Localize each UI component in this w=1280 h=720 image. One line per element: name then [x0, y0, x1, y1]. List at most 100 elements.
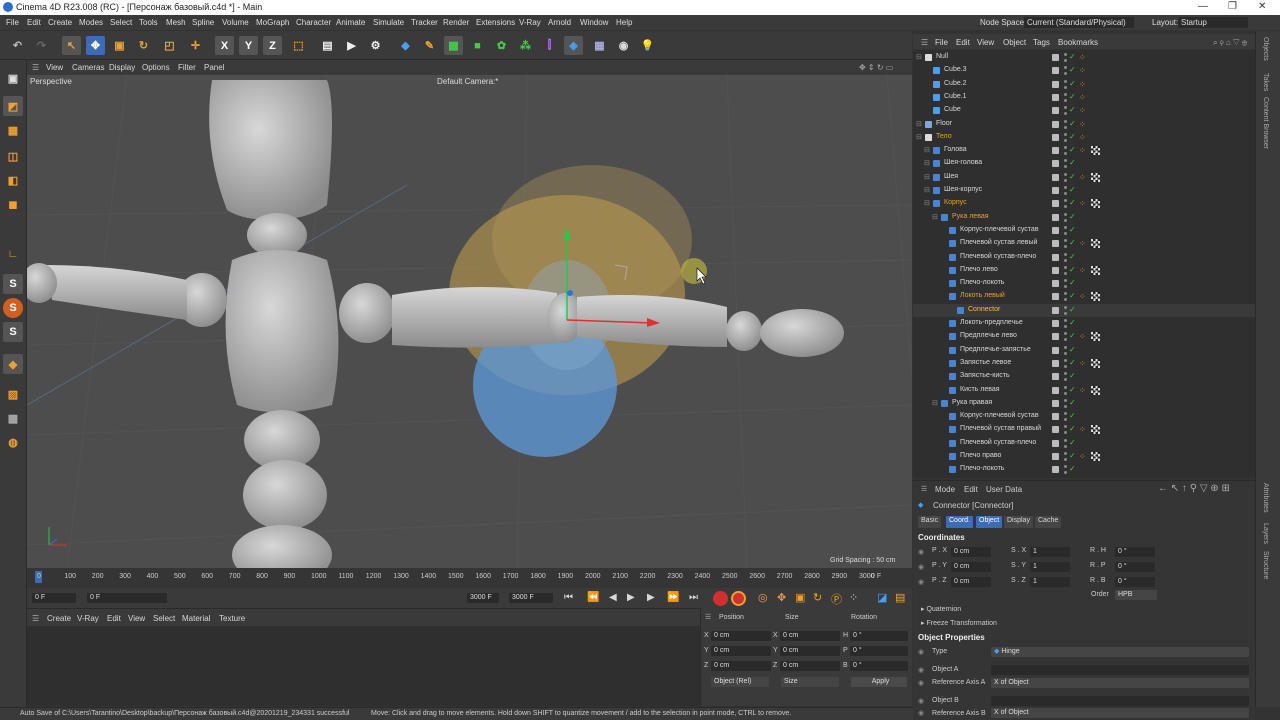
object-row[interactable]: Плечевой сустав правый ✓ ⁘ — [913, 423, 1255, 436]
enabled-check-icon[interactable]: ✓ — [1069, 212, 1076, 221]
tab-content-browser[interactable]: Content Browser — [1262, 97, 1269, 149]
key-scale-icon[interactable]: ▣ — [795, 591, 805, 604]
material-tag-icon[interactable] — [1091, 452, 1100, 461]
editor-visibility-dot[interactable] — [1064, 265, 1067, 269]
enabled-check-icon[interactable]: ✓ — [1069, 305, 1076, 314]
tag-icon[interactable]: ⁘ — [1079, 266, 1086, 275]
object-menu-file[interactable]: File — [935, 38, 948, 47]
attr-menu-icon[interactable]: ☰ — [921, 485, 927, 493]
render-visibility-dot[interactable] — [1064, 205, 1067, 209]
tab-takes[interactable]: Takes — [1262, 73, 1269, 91]
tag-icon[interactable]: ⁘ — [1079, 292, 1086, 301]
render-visibility-dot[interactable] — [1064, 444, 1067, 448]
prev-key-icon[interactable]: ⏪ — [587, 592, 599, 603]
undo-icon[interactable]: ↶ — [8, 36, 27, 55]
render-visibility-dot[interactable] — [1064, 178, 1067, 182]
material-tag-icon[interactable] — [1091, 265, 1100, 275]
viewport-menu-icon[interactable]: ☰ — [32, 63, 39, 72]
object-name[interactable]: Cube.2 — [944, 80, 967, 87]
material-tag-icon[interactable] — [1091, 332, 1100, 342]
coordinate-system-icon[interactable]: ⬚ — [289, 36, 308, 55]
editor-visibility-dot[interactable] — [1064, 225, 1067, 229]
enabled-check-icon[interactable]: ✓ — [1069, 92, 1076, 101]
render-visibility-dot[interactable] — [1064, 325, 1067, 328]
min-frame-field[interactable]: 0 F — [32, 593, 76, 603]
quaternion-toggle[interactable]: ▸ Quaternion — [921, 605, 961, 613]
editor-visibility-dot[interactable] — [1064, 398, 1067, 402]
object-row[interactable]: Локоть левый ✓ ⁘ — [913, 290, 1255, 303]
prev-frame-icon[interactable]: ◀ — [609, 592, 617, 603]
material-tag-icon[interactable] — [1091, 358, 1100, 368]
material-menu-edit[interactable]: Edit — [107, 614, 121, 623]
enabled-check-icon[interactable]: ✓ — [1069, 172, 1076, 181]
material-menu-icon[interactable]: ☰ — [32, 614, 39, 623]
type-radio-icon[interactable]: ◉ — [918, 648, 924, 656]
object-row[interactable]: Корпус-плечевой сустав ✓ — [913, 410, 1255, 423]
object-row[interactable]: ⊟ Null ✓ ⁘ — [913, 51, 1255, 64]
render-visibility-dot[interactable] — [1064, 351, 1067, 355]
menu-render[interactable]: Render — [443, 18, 469, 27]
render-visibility-dot[interactable] — [1064, 418, 1067, 422]
layer-flag-icon[interactable] — [1052, 280, 1059, 288]
light-icon[interactable]: 💡 — [638, 36, 657, 55]
object-name[interactable]: Плечевой сустав левый — [960, 239, 1037, 246]
node-space-select[interactable]: Current (Standard/Physical) — [1024, 17, 1134, 28]
record-icon[interactable] — [713, 591, 728, 606]
coords-size-mode-select[interactable]: Size — [781, 677, 839, 687]
effector-icon[interactable]: ⁂ — [516, 36, 535, 55]
minimize-button[interactable]: — — [1198, 1, 1208, 12]
menu-volume[interactable]: Volume — [222, 18, 249, 27]
x-axis-toggle[interactable]: X — [215, 36, 234, 55]
tag-icon[interactable]: ⁘ — [1079, 146, 1086, 155]
object-row[interactable]: ⊟ Floor ✓ ⁘ — [913, 118, 1255, 131]
object-name[interactable]: Cube — [944, 106, 961, 113]
enabled-check-icon[interactable]: ✓ — [1069, 52, 1076, 61]
enabled-check-icon[interactable]: ✓ — [1069, 345, 1076, 354]
coords-size-x[interactable]: 0 cm — [780, 631, 840, 641]
layer-flag-icon[interactable] — [1052, 399, 1059, 407]
timeline-ruler[interactable]: 0 F 0 100 200 300 400 500 600 700 800 900 1000 1100… — [27, 568, 912, 588]
object-row[interactable]: Cube ✓ ⁘ — [913, 104, 1255, 117]
attr-menu-edit[interactable]: Edit — [964, 485, 978, 494]
coord-radio-icon[interactable]: ◉ — [918, 548, 924, 556]
coords-rot-p[interactable]: 0 ° — [850, 646, 908, 656]
key-position-icon[interactable]: ✥ — [777, 591, 786, 604]
tab-attributes[interactable]: Attributes — [1262, 483, 1269, 513]
editor-visibility-dot[interactable] — [1064, 212, 1067, 216]
next-key-icon[interactable]: ⏩ — [667, 592, 679, 603]
object-row[interactable]: ⊟ Шея ✓ ⁘ — [913, 171, 1255, 184]
layer-flag-icon[interactable] — [1052, 466, 1059, 474]
attr-pos-field[interactable]: 0 cm — [951, 562, 991, 572]
render-picture-viewer-icon[interactable]: ▶ — [342, 36, 361, 55]
layer-flag-icon[interactable] — [1052, 173, 1059, 181]
editor-visibility-dot[interactable] — [1064, 332, 1067, 336]
render-visibility-dot[interactable] — [1064, 231, 1067, 235]
coords-pos-y[interactable]: 0 cm — [711, 646, 771, 656]
expand-toggle-icon[interactable]: ⊟ — [932, 399, 938, 407]
enabled-check-icon[interactable]: ✓ — [1069, 265, 1076, 274]
object-row[interactable]: Cube.1 ✓ ⁘ — [913, 91, 1255, 104]
editor-visibility-dot[interactable] — [1064, 305, 1067, 309]
object-name[interactable]: Корпус-плечевой сустав — [960, 226, 1039, 233]
layer-flag-icon[interactable] — [1052, 293, 1059, 301]
tag-icon[interactable]: ⁘ — [1079, 359, 1086, 368]
render-visibility-dot[interactable] — [1064, 218, 1067, 222]
object-name[interactable]: Рука левая — [952, 213, 989, 220]
tag-icon[interactable]: ⁘ — [1079, 53, 1086, 62]
object-name[interactable]: Локоть-предплечье — [960, 319, 1023, 326]
object-menu-icon[interactable]: ☰ — [921, 38, 928, 47]
material-tag-icon[interactable] — [1091, 146, 1100, 156]
tag-icon[interactable]: ⁘ — [1079, 173, 1086, 182]
render-visibility-dot[interactable] — [1064, 125, 1067, 129]
object-name[interactable]: Плечо лево — [960, 266, 998, 273]
editor-visibility-dot[interactable] — [1064, 79, 1067, 83]
snap-settings-icon[interactable]: S — [3, 298, 23, 318]
layer-flag-icon[interactable] — [1052, 120, 1059, 128]
order-select[interactable]: HPB — [1115, 590, 1157, 600]
render-visibility-dot[interactable] — [1064, 364, 1067, 368]
menu-help[interactable]: Help — [616, 18, 632, 27]
layer-flag-icon[interactable] — [1052, 426, 1059, 434]
layer-flag-icon[interactable] — [1052, 93, 1059, 101]
render-settings-icon[interactable]: ⚙ — [366, 36, 385, 55]
object-name[interactable]: Шея — [944, 173, 958, 180]
